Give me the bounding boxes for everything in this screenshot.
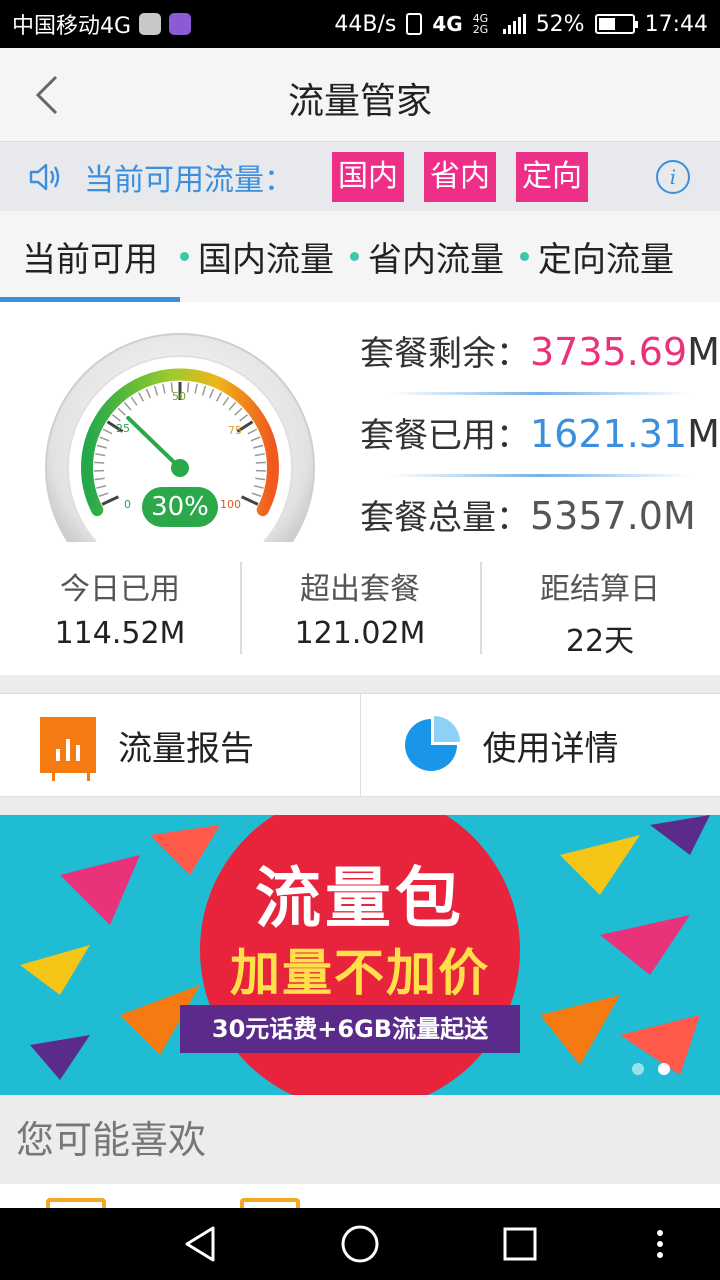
plan-total-value: 5357.0M: [530, 494, 696, 538]
plan-remaining-label: 套餐剩余：: [360, 334, 530, 374]
plan-remaining: 套餐剩余： 3735.69 M: [360, 326, 720, 408]
summary-value: 22天: [565, 624, 635, 659]
triangle-back-icon: [185, 1226, 215, 1262]
gallery-icon: [169, 13, 192, 35]
plan-used-unit: M: [687, 412, 720, 456]
plan-used: 套餐已用： 1621.31 M: [360, 408, 720, 490]
recommend-title: 您可能喜欢: [0, 1096, 720, 1184]
tag-domestic[interactable]: 国内: [332, 152, 404, 202]
pie-chart-icon: [404, 716, 460, 771]
recommend-item-icon[interactable]: [240, 1198, 300, 1208]
banner-title: 流量包: [255, 860, 465, 937]
gauge-tick-75: 75: [228, 424, 242, 437]
info-button[interactable]: i: [656, 160, 690, 194]
tab-dot: [520, 252, 529, 261]
tab-dot: [180, 252, 189, 261]
days-to-billing: 距结算日 22天: [480, 542, 720, 675]
tab-label: 省内流量: [368, 240, 504, 280]
plan-remaining-unit: M: [687, 330, 720, 374]
speaker-icon: [29, 163, 60, 191]
nav-recents-button[interactable]: [498, 1222, 542, 1266]
gauge-hub: [171, 459, 189, 477]
divider: [390, 474, 690, 477]
usage-overview: 0 25 50 75 100 30% 套餐剩余： 3735.69 M 套餐已用：…: [0, 302, 720, 542]
usage-details-label: 使用详情: [482, 728, 619, 769]
net-type: 4G: [432, 12, 463, 36]
more-vertical-icon: [657, 1230, 663, 1258]
square-recents-icon: [503, 1227, 537, 1261]
summary-label: 今日已用: [60, 572, 180, 607]
divider: [390, 392, 690, 395]
recommend-item-icon[interactable]: [46, 1198, 106, 1208]
summary-value: 121.02M: [294, 616, 426, 651]
signal-icon: [502, 14, 526, 34]
summary-value: 114.52M: [54, 616, 186, 651]
nav-home-button[interactable]: [338, 1222, 382, 1266]
promo-banner[interactable]: 流量包 加量不加价 30元话费+6GB流量起送: [0, 815, 720, 1095]
circle-home-icon: [341, 1225, 379, 1263]
gauge-tick-25: 25: [116, 422, 130, 435]
system-nav-bar: [0, 1208, 720, 1280]
over-plan: 超出套餐 121.02M: [240, 542, 480, 675]
data-report-button[interactable]: 流量报告: [0, 694, 360, 796]
gauge-tick-mark: [94, 461, 105, 464]
tab-label: 国内流量: [198, 240, 334, 280]
tag-targeted[interactable]: 定向: [516, 152, 588, 202]
usage-gauge: 0 25 50 75 100 30%: [45, 333, 315, 542]
recommend-list: [0, 1184, 720, 1208]
network-type-small: 4G 2G: [472, 12, 489, 36]
available-data-notice: 当前可用流量： 国内 省内 定向 i: [0, 143, 720, 211]
gauge-tick-100: 100: [220, 498, 241, 511]
summary-label: 距结算日: [540, 572, 660, 607]
tab-current-available[interactable]: 当前可用: [22, 232, 158, 281]
gauge-tick-mark: [255, 461, 266, 464]
today-used: 今日已用 114.52M: [0, 542, 240, 675]
plan-total-label: 套餐总量：: [360, 498, 530, 538]
info-icon: i: [669, 165, 677, 189]
gauge-tick-mark: [186, 382, 190, 393]
plan-stats: 套餐剩余： 3735.69 M 套餐已用： 1621.31 M 套餐总量： 53…: [360, 326, 720, 542]
pagination-dot-active[interactable]: [658, 1063, 670, 1075]
notice-label: 当前可用流量：: [84, 163, 294, 198]
usage-details-button[interactable]: 使用详情: [359, 694, 720, 796]
tab-label: 当前可用: [22, 240, 158, 280]
app-header: 流量管家: [0, 48, 720, 142]
tab-label: 定向流量: [538, 240, 674, 280]
summary-label: 超出套餐: [300, 572, 420, 607]
clock: 17:44: [644, 11, 708, 37]
pagination-dot[interactable]: [632, 1063, 644, 1075]
tab-targeted-data[interactable]: 定向流量: [520, 232, 674, 281]
nav-menu-button[interactable]: [638, 1222, 682, 1266]
banner-subtitle: 加量不加价: [230, 944, 490, 1002]
net-speed: 44B/s: [334, 11, 397, 37]
battery-icon: [594, 14, 638, 34]
tag-provincial[interactable]: 省内: [424, 152, 496, 202]
percent-label: 30%: [151, 492, 209, 522]
status-bar: 中国移动4G 44B/s 4G 4G 2G 52% 17:44: [0, 0, 720, 48]
bar-chart-icon: [40, 717, 96, 781]
battery-percent: 52%: [535, 11, 585, 37]
tab-domestic-data[interactable]: 国内流量: [180, 232, 334, 281]
carrier-label: 中国移动4G: [12, 14, 132, 39]
page-title: 流量管家: [287, 81, 432, 122]
tab-provincial-data[interactable]: 省内流量: [350, 232, 504, 281]
gauge-tick-0: 0: [124, 498, 131, 511]
quick-actions: 流量报告 使用详情: [0, 693, 720, 797]
plan-used-value: 1621.31: [530, 412, 688, 456]
tab-bar: 当前可用 国内流量 省内流量 定向流量: [0, 211, 720, 302]
nav-back-button[interactable]: [178, 1222, 222, 1266]
data-report-label: 流量报告: [118, 728, 254, 769]
plan-total: 套餐总量： 5357.0M: [360, 490, 720, 542]
plan-remaining-value: 3735.69: [530, 330, 688, 374]
tab-dot: [350, 252, 359, 261]
banner-ribbon: 30元话费+6GB流量起送: [180, 1005, 520, 1053]
banner-pagination[interactable]: [632, 1063, 670, 1075]
vibrate-icon: [406, 13, 423, 35]
plan-used-label: 套餐已用：: [360, 416, 530, 456]
usage-summary: 今日已用 114.52M 超出套餐 121.02M 距结算日 22天: [0, 542, 720, 675]
gauge-tick-50: 50: [172, 390, 186, 403]
notification-icon: [139, 13, 162, 35]
